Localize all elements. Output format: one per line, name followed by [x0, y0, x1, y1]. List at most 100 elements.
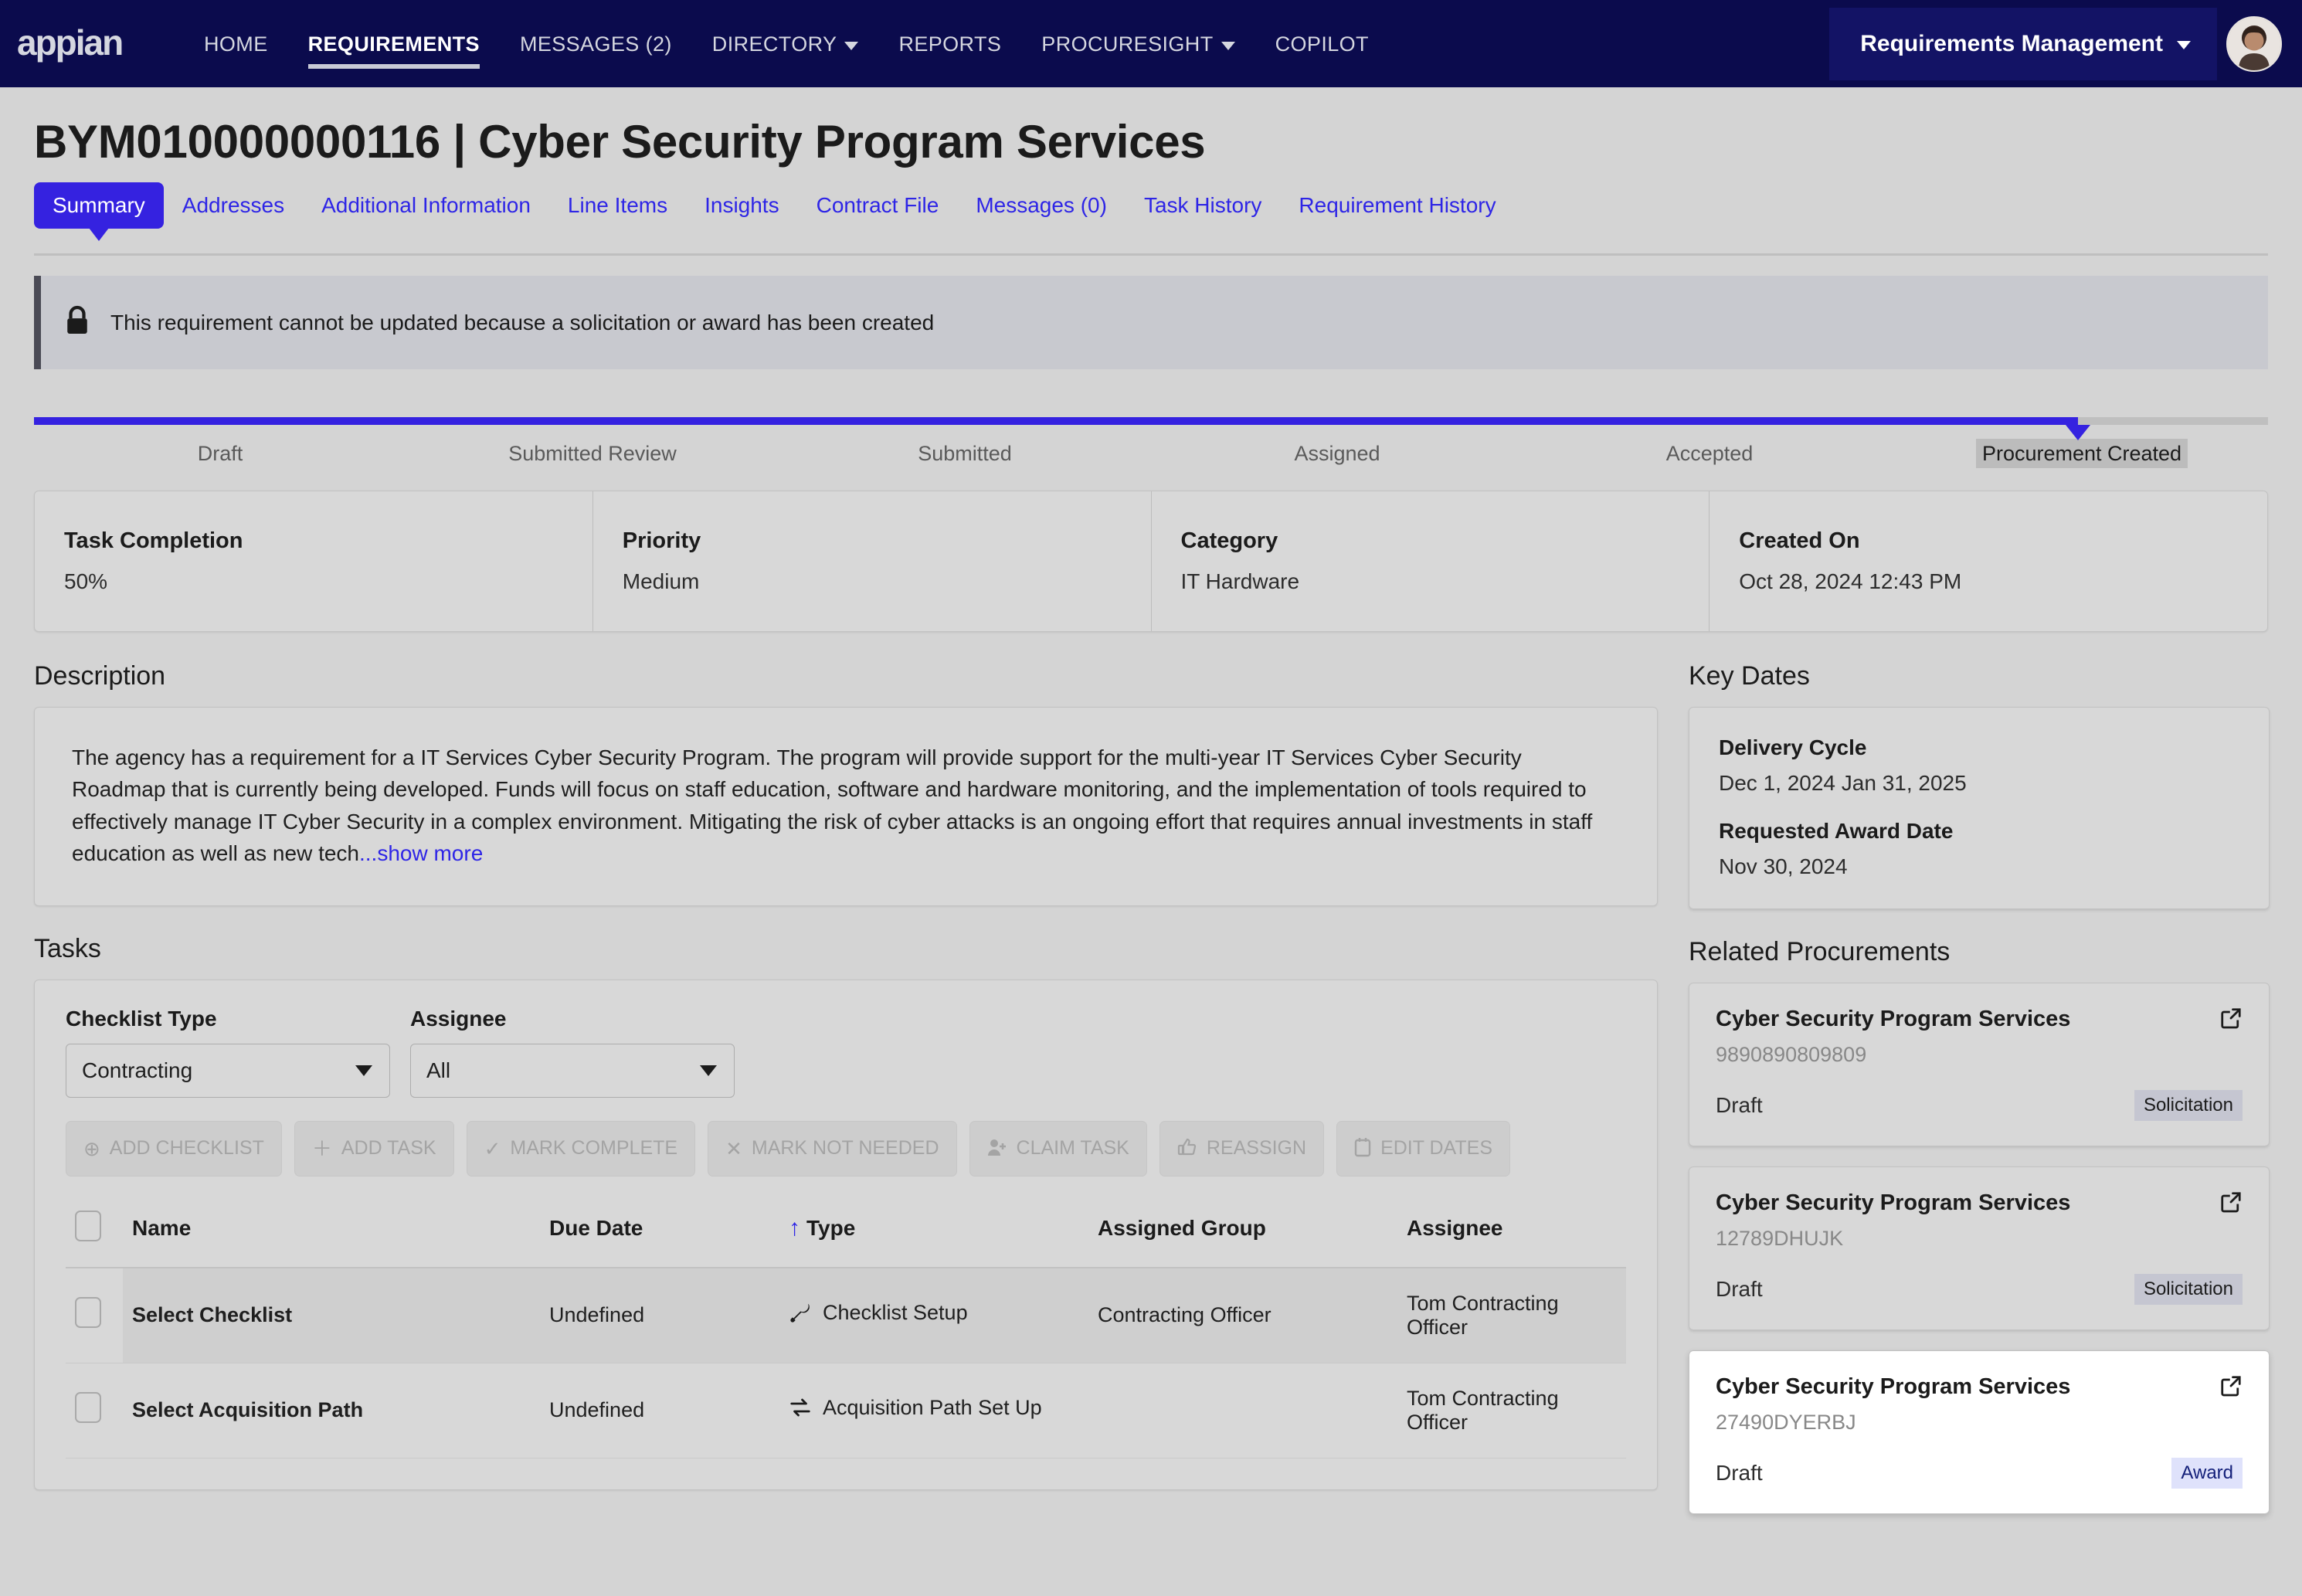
- related-procurement-card[interactable]: Cyber Security Program Services 98908908…: [1689, 983, 2270, 1146]
- progress-step-label: Submitted: [918, 442, 1012, 465]
- select-all-header: [66, 1202, 123, 1268]
- table-row[interactable]: Select Checklist Undefined Checklist Set…: [66, 1267, 1626, 1363]
- column-label: Type: [806, 1216, 856, 1241]
- select-all-checkbox[interactable]: [75, 1210, 101, 1241]
- button-label: REASSIGN: [1206, 1137, 1307, 1160]
- tab-label: Messages (0): [976, 193, 1107, 217]
- related-procurement-card[interactable]: Cyber Security Program Services 12789DHU…: [1689, 1166, 2270, 1330]
- nav-item-label: PROCURESIGHT: [1041, 32, 1214, 56]
- checklist-type-label: Checklist Type: [66, 1006, 217, 1031]
- reassign-button[interactable]: REASSIGN: [1159, 1120, 1325, 1177]
- stat-value: Medium: [622, 569, 700, 593]
- nav-item-procuresight[interactable]: PROCURESIGHT: [1021, 3, 1255, 84]
- mark-complete-button[interactable]: ✓ MARK COMPLETE: [466, 1120, 696, 1177]
- status-badge: Solicitation: [2134, 1274, 2243, 1305]
- procurement-status: Draft: [1716, 1093, 1763, 1117]
- description-panel: The agency has a requirement for a IT Se…: [34, 707, 1658, 906]
- status-progress-bar: Draft Submitted Review Submitted Assigne…: [34, 417, 2268, 468]
- avatar[interactable]: [2226, 15, 2282, 72]
- stat-value: 50%: [64, 569, 108, 593]
- nav-item-home[interactable]: HOME: [184, 3, 288, 84]
- procurement-title: Cyber Security Program Services: [1716, 1007, 2071, 1031]
- tab-requirement-history[interactable]: Requirement History: [1280, 182, 1514, 229]
- procurement-id: 9890890809809: [1716, 1043, 1867, 1066]
- cell-due-date: Undefined: [540, 1267, 779, 1363]
- button-label: ADD CHECKLIST: [109, 1137, 264, 1160]
- tasks-table-header: Name Due Date ↑ Type Assigned Group Assig…: [66, 1202, 1626, 1268]
- tab-contract-file[interactable]: Contract File: [798, 182, 958, 229]
- tab-summary[interactable]: Summary: [34, 182, 164, 229]
- nav-item-directory[interactable]: DIRECTORY: [692, 3, 879, 84]
- checklist-type-select[interactable]: Contracting: [66, 1043, 390, 1098]
- key-date-requested-award-date: Requested Award Date Nov 30, 2024: [1719, 819, 2239, 879]
- progress-marker-icon: [2066, 425, 2091, 440]
- nav-item-requirements[interactable]: REQUIREMENTS: [288, 3, 500, 84]
- checklist-type-value: Contracting: [82, 1058, 193, 1082]
- column-label: Due Date: [549, 1216, 643, 1241]
- status-badge: Award: [2171, 1458, 2243, 1489]
- claim-task-button[interactable]: CLAIM TASK: [969, 1120, 1147, 1177]
- table-row[interactable]: Select Acquisition Path Undefined Acquis…: [66, 1363, 1626, 1458]
- svg-text:appian: appian: [17, 24, 122, 63]
- assignee-filter-label: Assignee: [410, 1006, 507, 1031]
- procurement-id: 27490DYERBJ: [1716, 1411, 1856, 1434]
- assignee-filter-select[interactable]: All: [410, 1043, 735, 1098]
- cell-assigned-group: Contracting Officer: [1088, 1267, 1397, 1363]
- nav-item-label: REPORTS: [898, 32, 1002, 56]
- content-columns: Description The agency has a requirement…: [34, 661, 2270, 1534]
- cell-assignee[interactable]: Tom Contracting Officer: [1397, 1363, 1626, 1458]
- progress-step-labels: Draft Submitted Review Submitted Assigne…: [34, 439, 2268, 468]
- appian-logo[interactable]: appian: [17, 22, 148, 66]
- tab-line-items[interactable]: Line Items: [549, 182, 686, 229]
- column-header-due-date[interactable]: Due Date: [540, 1202, 779, 1268]
- app-switcher-button[interactable]: Requirements Management: [1829, 7, 2217, 80]
- tab-bar-divider: [34, 253, 2268, 256]
- nav-item-copilot[interactable]: COPILOT: [1255, 3, 1389, 84]
- related-procurement-card[interactable]: Cyber Security Program Services 27490DYE…: [1689, 1350, 2270, 1514]
- external-link-icon[interactable]: [2219, 1007, 2243, 1034]
- mark-not-needed-button[interactable]: ✕ MARK NOT NEEDED: [708, 1120, 957, 1177]
- nav-item-reports[interactable]: REPORTS: [878, 3, 1021, 84]
- progress-step-label: Assigned: [1294, 442, 1380, 465]
- chevron-down-icon: [355, 1065, 372, 1076]
- tab-messages[interactable]: Messages (0): [957, 182, 1126, 229]
- row-checkbox[interactable]: [75, 1297, 101, 1329]
- column-header-name[interactable]: Name: [123, 1202, 540, 1268]
- nav-item-messages[interactable]: MESSAGES (2): [500, 3, 692, 84]
- tab-label: Requirement History: [1299, 193, 1496, 217]
- key-date-label: Delivery Cycle: [1719, 735, 1867, 759]
- column-header-assignee[interactable]: Assignee: [1397, 1202, 1626, 1268]
- cell-assignee[interactable]: Tom Contracting Officer: [1397, 1267, 1626, 1363]
- show-more-link[interactable]: ...show more: [359, 841, 483, 865]
- tab-label: Summary: [53, 193, 145, 217]
- column-header-assigned-group[interactable]: Assigned Group: [1088, 1202, 1397, 1268]
- stat-value: Oct 28, 2024 12:43 PM: [1739, 569, 1962, 593]
- progress-step-label: Accepted: [1665, 442, 1754, 465]
- progress-step-draft: Draft: [34, 442, 406, 466]
- tab-label: Insights: [705, 193, 779, 217]
- external-link-icon[interactable]: [2219, 1190, 2243, 1217]
- tab-task-history[interactable]: Task History: [1126, 182, 1280, 229]
- progress-step-assigned: Assigned: [1151, 442, 1523, 466]
- add-checklist-button[interactable]: ⊕ ADD CHECKLIST: [66, 1120, 282, 1177]
- description-body: The agency has a requirement for a IT Se…: [72, 745, 1593, 866]
- row-checkbox[interactable]: [75, 1392, 101, 1424]
- tab-addresses[interactable]: Addresses: [164, 182, 303, 229]
- stat-created-on: Created On Oct 28, 2024 12:43 PM: [1710, 491, 2267, 631]
- column-header-type[interactable]: ↑ Type: [779, 1202, 1088, 1268]
- status-badge: Solicitation: [2134, 1090, 2243, 1121]
- check-icon: ✓: [484, 1136, 501, 1160]
- stat-label: Created On: [1739, 528, 1860, 553]
- progress-step-label: Procurement Created: [1975, 439, 2188, 468]
- add-task-button[interactable]: ＋ ADD TASK: [294, 1120, 454, 1177]
- button-label: EDIT DATES: [1380, 1137, 1492, 1160]
- tab-insights[interactable]: Insights: [686, 182, 798, 229]
- edit-dates-button[interactable]: EDIT DATES: [1336, 1120, 1510, 1177]
- nav-item-label: MESSAGES (2): [519, 32, 672, 56]
- tab-additional-information[interactable]: Additional Information: [303, 182, 549, 229]
- procurement-status: Draft: [1716, 1461, 1763, 1485]
- progress-track: [34, 417, 2268, 440]
- cell-type: Checklist Setup: [779, 1267, 1088, 1363]
- assignee-filter-value: All: [426, 1058, 451, 1082]
- external-link-icon[interactable]: [2219, 1374, 2243, 1401]
